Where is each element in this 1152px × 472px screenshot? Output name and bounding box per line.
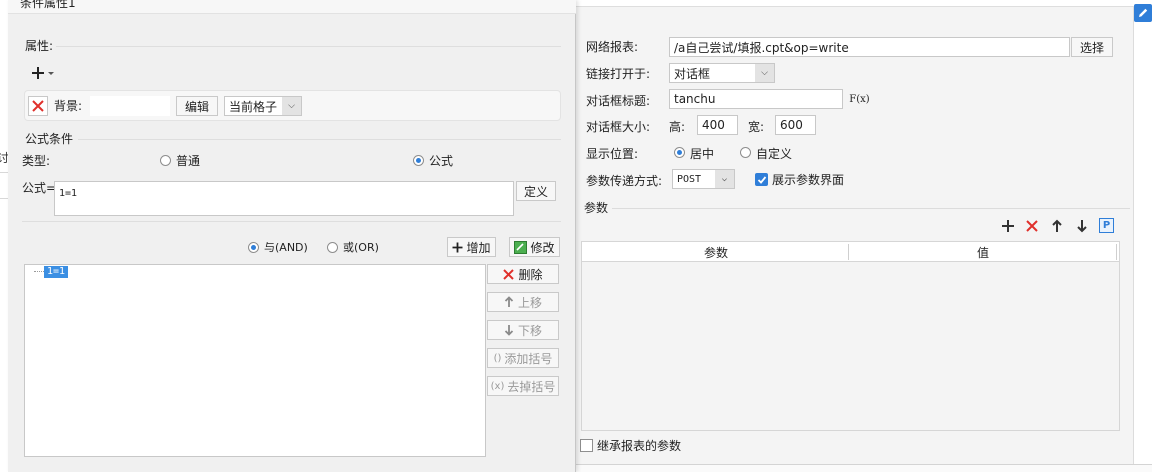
formula-condition-legend: 公式条件: [25, 132, 74, 146]
attributes-legend: 属性:: [25, 39, 54, 53]
fx-icon: F(x): [849, 93, 870, 105]
define-formula-button[interactable]: 定义: [516, 181, 556, 201]
type-formula-radio[interactable]: [413, 155, 424, 166]
type-normal-radio[interactable]: [160, 155, 171, 166]
params-table[interactable]: [581, 241, 1120, 431]
height-label: 高:: [669, 120, 686, 134]
plus-icon: [32, 67, 44, 79]
move-down-label: 下移: [517, 323, 542, 338]
type-label: 类型:: [22, 154, 51, 168]
move-down-param-icon[interactable]: [1076, 219, 1088, 233]
plus-icon: [452, 242, 463, 252]
param-method-value: POST: [677, 173, 702, 185]
delete-condition-button[interactable]: 删除: [487, 264, 559, 284]
bottom-grid-strip: [576, 464, 1152, 472]
chevron-down-icon[interactable]: ⌵: [282, 97, 301, 115]
dialog-title-input[interactable]: tanchu: [669, 89, 843, 109]
type-formula-label: 公式: [429, 154, 454, 168]
select-report-button[interactable]: 选择: [1071, 37, 1113, 57]
modify-condition-label: 修改: [530, 240, 555, 255]
params-col-value: 值: [977, 246, 990, 260]
open-in-label: 链接打开于:: [586, 67, 651, 81]
chevron-down-icon[interactable]: ⌵: [755, 64, 774, 82]
arrow-down-icon: [504, 325, 514, 336]
web-report-input[interactable]: /a自己尝试/填报.cpt&op=write: [669, 37, 1070, 57]
position-custom-label: 自定义: [756, 147, 793, 161]
attributes-separator: [56, 46, 561, 47]
arrow-up-icon: [504, 296, 514, 307]
inherit-params-label: 继承报表的参数: [597, 439, 682, 453]
condition-tree[interactable]: [24, 264, 486, 457]
open-in-value: 对话框: [674, 66, 711, 81]
right-scroll-track[interactable]: [1133, 7, 1152, 467]
remove-bracket-label: 去掉括号: [507, 379, 556, 394]
position-label: 显示位置:: [586, 147, 639, 161]
dialog-title-label: 对话框标题:: [586, 94, 651, 108]
inherit-params-checkbox[interactable]: [580, 439, 593, 452]
params-table-header: [582, 242, 1119, 262]
position-custom-radio[interactable]: [740, 147, 751, 158]
scope-value: 当前格子: [229, 99, 278, 114]
modify-icon: [514, 240, 528, 254]
param-method-label: 参数传递方式:: [586, 174, 663, 188]
and-label: 与(AND): [264, 241, 308, 254]
param-method-select[interactable]: POST ⌵: [672, 169, 735, 189]
width-label: 宽:: [748, 120, 765, 134]
params-col-divider: [848, 244, 849, 260]
top-strip: [576, 0, 1152, 7]
formula-label: 公式=: [22, 181, 57, 195]
add-condition-button[interactable]: 增加: [447, 237, 496, 257]
show-param-checkbox[interactable]: [755, 173, 768, 186]
params-legend: 参数: [584, 201, 609, 215]
remove-bracket-button[interactable]: (x) 去掉括号: [487, 376, 559, 396]
params-col-divider: [1116, 244, 1117, 260]
add-attribute-button[interactable]: [31, 64, 61, 82]
bracket-icon: (): [493, 352, 502, 364]
delete-condition-label: 删除: [518, 267, 543, 282]
height-input[interactable]: 400: [697, 115, 738, 135]
move-up-param-icon[interactable]: [1051, 219, 1063, 233]
or-radio[interactable]: [327, 242, 338, 253]
remove-background-icon[interactable]: [28, 96, 48, 116]
tree-item-selected[interactable]: 1=1: [44, 266, 69, 278]
background-preview: [90, 96, 170, 116]
formula-condition-separator: [78, 139, 561, 140]
move-up-label: 上移: [517, 295, 542, 310]
edit-background-button[interactable]: 编辑: [176, 96, 218, 116]
delete-icon: [503, 268, 515, 280]
and-radio[interactable]: [248, 242, 259, 253]
formula-separator: [22, 221, 561, 222]
dialog-title: 条件属性1: [20, 0, 76, 10]
width-input[interactable]: 600: [775, 115, 816, 135]
params-separator: [612, 208, 1130, 209]
type-normal-label: 普通: [176, 154, 201, 168]
formula-input[interactable]: 1=1: [54, 181, 514, 216]
dropdown-arrow-icon: [48, 72, 54, 75]
show-param-label: 展示参数界面: [772, 173, 845, 187]
params-col-name: 参数: [704, 246, 729, 260]
remove-bracket-icon: (x): [490, 380, 505, 392]
position-center-radio[interactable]: [674, 147, 685, 158]
add-condition-label: 增加: [466, 240, 491, 255]
move-up-condition-button[interactable]: 上移: [487, 292, 559, 312]
background-label: 背景:: [54, 99, 83, 113]
delete-param-icon[interactable]: [1025, 219, 1039, 233]
chevron-down-icon[interactable]: ⌵: [715, 170, 734, 188]
move-down-condition-button[interactable]: 下移: [487, 320, 559, 340]
web-report-label: 网络报表:: [586, 40, 639, 54]
tree-connector: [34, 271, 44, 272]
dialog-titlebar[interactable]: [8, 0, 576, 14]
formula-fx-button[interactable]: F(x): [848, 89, 871, 109]
add-bracket-button[interactable]: () 添加括号: [487, 348, 559, 368]
or-label: 或(OR): [343, 241, 379, 254]
scope-select[interactable]: 当前格子 ⌵: [224, 96, 302, 116]
dialog-size-label: 对话框大小:: [586, 120, 651, 134]
edit-pencil-icon[interactable]: [1134, 4, 1152, 22]
add-bracket-label: 添加括号: [504, 351, 553, 366]
parameter-p-icon[interactable]: P: [1099, 218, 1114, 233]
open-in-select[interactable]: 对话框 ⌵: [669, 63, 775, 83]
position-center-label: 居中: [690, 147, 715, 161]
modify-condition-button[interactable]: 修改: [509, 237, 560, 257]
add-param-icon[interactable]: [1001, 219, 1015, 233]
